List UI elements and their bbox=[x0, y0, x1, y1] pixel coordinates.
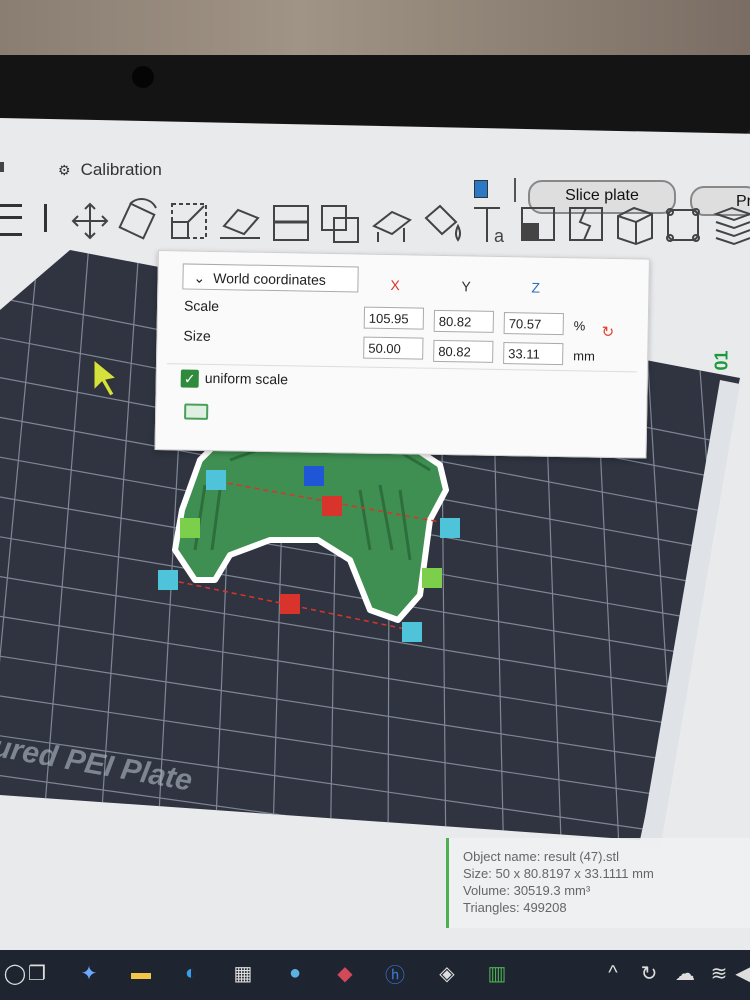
size-label: Size bbox=[183, 327, 211, 344]
plate-number: 01 bbox=[711, 350, 732, 371]
place-on-face-icon[interactable] bbox=[220, 208, 260, 239]
scale-handle[interactable] bbox=[206, 470, 226, 490]
edge-browser-icon[interactable]: ◐ bbox=[176, 958, 206, 988]
scale-z-input[interactable]: 70.57 bbox=[503, 312, 564, 336]
scale-handle-y[interactable] bbox=[422, 568, 442, 588]
task-view-icon[interactable]: ❐ bbox=[22, 958, 52, 988]
size-z-input[interactable]: 33.11 bbox=[503, 342, 564, 366]
seam-icon[interactable] bbox=[424, 204, 461, 242]
cube-icon[interactable] bbox=[617, 206, 653, 246]
menu-icon[interactable] bbox=[0, 204, 22, 236]
scale-unit: % bbox=[573, 318, 586, 334]
sync-icon[interactable]: ↻ bbox=[634, 958, 664, 988]
measure-icon[interactable] bbox=[521, 207, 555, 241]
object-volume: Volume: 30519.3 mm³ bbox=[463, 883, 591, 898]
boolean-icon[interactable] bbox=[321, 205, 359, 243]
scale-x-input[interactable]: 105.95 bbox=[363, 306, 425, 330]
file-explorer-icon[interactable]: ▬ bbox=[126, 958, 156, 988]
split-icon[interactable] bbox=[569, 207, 603, 241]
scale-handle[interactable] bbox=[440, 518, 460, 538]
rotate-icon[interactable] bbox=[118, 198, 157, 240]
scale-handle-z[interactable] bbox=[304, 466, 324, 486]
uniform-scale-label: uniform scale bbox=[204, 369, 289, 388]
volume-icon[interactable]: ◀ bbox=[728, 958, 750, 988]
copilot-icon[interactable]: ✦ bbox=[74, 958, 104, 988]
bambu-studio-icon[interactable]: ▥ bbox=[482, 958, 512, 988]
svg-text:a: a bbox=[494, 226, 505, 246]
store-icon[interactable]: ▦ bbox=[228, 958, 258, 988]
axis-z-header: Z bbox=[531, 279, 541, 296]
supports-icon[interactable] bbox=[372, 210, 412, 242]
scale-handle-y[interactable] bbox=[180, 518, 200, 538]
scale-handle-x[interactable] bbox=[322, 496, 342, 516]
size-y-input[interactable]: 80.82 bbox=[433, 339, 494, 363]
calibration-label: Calibration bbox=[80, 160, 162, 179]
object-name: Object name: result (47).stl bbox=[463, 849, 620, 864]
axis-y-header: Y bbox=[461, 278, 471, 295]
gear-icon: ⚙ bbox=[58, 161, 71, 178]
calibration-tab[interactable]: ⚙ Calibration bbox=[58, 160, 162, 180]
object-info-panel: Object name: result (47).stl Size: 50 x … bbox=[446, 838, 750, 928]
axis-x-header: X bbox=[390, 277, 400, 294]
truncated-tab-edge bbox=[0, 162, 4, 172]
size-x-input[interactable]: 50.00 bbox=[363, 336, 424, 360]
app-icon-2[interactable]: ◈ bbox=[432, 958, 462, 988]
layers-icon[interactable] bbox=[713, 206, 750, 246]
scale-handle[interactable] bbox=[402, 622, 422, 642]
text-icon[interactable]: a bbox=[474, 207, 505, 246]
scale-icon[interactable] bbox=[171, 203, 207, 239]
object-triangles: Triangles: 499208 bbox=[463, 900, 567, 915]
scale-y-input[interactable]: 80.82 bbox=[433, 309, 494, 333]
scale-label: Scale bbox=[183, 297, 220, 315]
reset-scale-icon[interactable]: ↻ bbox=[601, 323, 614, 341]
scale-handle[interactable] bbox=[158, 570, 178, 590]
assembly-icon[interactable] bbox=[666, 208, 700, 242]
cut-icon[interactable] bbox=[273, 205, 309, 241]
coordinate-mode-select[interactable]: ⌄ World coordinates bbox=[182, 263, 359, 293]
cloud-icon[interactable]: ☁ bbox=[670, 958, 700, 988]
chevron-down-icon: ⌄ bbox=[193, 269, 206, 286]
toolbar-divider bbox=[44, 204, 47, 232]
uniform-scale-checkbox[interactable]: ✓ bbox=[180, 369, 199, 388]
scale-tool-panel: ⌄ World coordinates X Y Z Scale 105.95 80… bbox=[154, 250, 650, 459]
size-unit: mm bbox=[573, 348, 596, 364]
hp-icon[interactable]: ⓗ bbox=[380, 958, 410, 988]
webcam bbox=[132, 66, 154, 88]
keyboard-icon[interactable] bbox=[184, 403, 209, 420]
scale-handle-x[interactable] bbox=[280, 594, 300, 614]
move-icon[interactable] bbox=[71, 202, 109, 240]
object-size: Size: 50 x 80.8197 x 33.1111 mm bbox=[463, 866, 654, 881]
chevron-up-icon[interactable]: ^ bbox=[598, 958, 628, 988]
coordinate-mode-value: World coordinates bbox=[213, 269, 326, 288]
mail-icon[interactable]: ◆ bbox=[330, 958, 360, 988]
app-icon[interactable]: ● bbox=[280, 958, 310, 988]
